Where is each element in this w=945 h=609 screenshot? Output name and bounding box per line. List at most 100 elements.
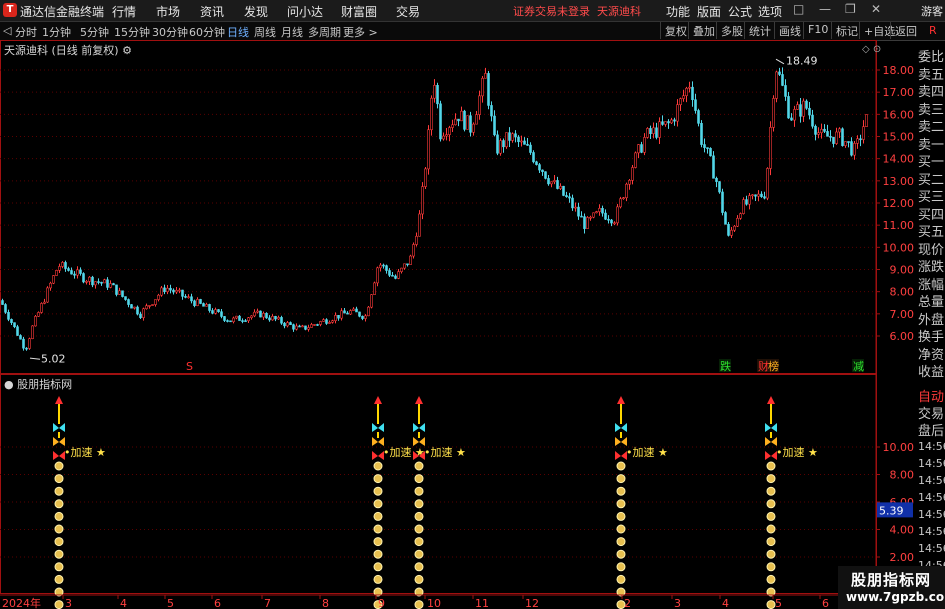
coin-icon — [54, 562, 64, 572]
tab-monthly[interactable]: 月线 — [281, 24, 303, 40]
menu-item-news[interactable]: 资讯 — [200, 3, 224, 20]
x-axis-label: 6 — [822, 597, 829, 609]
candle-body — [529, 144, 532, 153]
button-adjust[interactable]: 复权 — [660, 22, 691, 39]
candle-body — [796, 104, 799, 110]
x-axis-label: 6 — [214, 597, 221, 609]
sidebar-toggle-icon[interactable]: ◁ — [3, 24, 11, 37]
coin-icon — [414, 474, 424, 484]
tab-daily[interactable]: 日线 — [227, 24, 249, 40]
candle-body — [394, 275, 397, 279]
candle-body — [217, 309, 220, 313]
candle-body — [199, 299, 202, 304]
tab-15min[interactable]: 15分钟 — [114, 24, 150, 40]
x-axis-label: 3 — [674, 597, 681, 609]
candle-body — [106, 279, 109, 288]
candle-body — [667, 121, 670, 124]
signal-arrow-icon — [55, 396, 63, 404]
button-stats[interactable]: 统计 — [744, 22, 775, 39]
tab-30min[interactable]: 30分钟 — [152, 24, 188, 40]
tab-weekly[interactable]: 周线 — [254, 24, 276, 40]
button-draw[interactable]: 画线 — [774, 22, 805, 39]
login-status[interactable]: 证券交易未登录 天源迪科 — [513, 3, 641, 19]
quote-label: 收益 — [918, 365, 945, 380]
candle-body — [598, 208, 601, 212]
button-multi-stock[interactable]: 多股 — [716, 22, 747, 39]
coin-icon — [373, 537, 383, 547]
maximize-icon[interactable]: ❐ — [845, 2, 856, 16]
guest-label[interactable]: 游客 — [921, 3, 943, 19]
after-hours-label[interactable]: 盘后 — [918, 420, 945, 439]
menu-item-options[interactable]: 选项 — [758, 3, 782, 20]
candle-body — [367, 306, 370, 317]
menu-item-ask[interactable]: 问小达 — [287, 3, 323, 20]
candle-body — [661, 121, 664, 125]
quote-label: 买一 — [918, 155, 945, 170]
candle-body — [736, 217, 739, 227]
candle-body — [208, 304, 211, 311]
candle-body — [526, 144, 529, 146]
candle-body — [226, 320, 229, 322]
butterfly-icon — [413, 423, 425, 432]
candle-body — [511, 133, 514, 141]
tab-60min[interactable]: 60分钟 — [189, 24, 225, 40]
restore-icon[interactable]: □ — [793, 2, 804, 16]
tab-1min[interactable]: 1分钟 — [42, 24, 71, 40]
button-f10[interactable]: F10 — [803, 22, 832, 39]
tab-more[interactable]: 更多 > — [343, 24, 378, 40]
quote-label: 买二 — [918, 172, 945, 188]
candle-body — [232, 317, 235, 323]
close-icon[interactable]: ✕ — [871, 2, 881, 16]
candle-body — [238, 315, 241, 321]
x-axis-label: 10 — [427, 597, 441, 609]
button-mark[interactable]: 标记 — [831, 22, 862, 39]
candle-body — [19, 335, 22, 340]
candle-body — [481, 77, 484, 97]
minimize-icon[interactable]: — — [819, 2, 831, 16]
button-overlay[interactable]: 叠加 — [688, 22, 719, 39]
candle-body — [355, 308, 358, 313]
candle-body — [652, 127, 655, 134]
candle-body — [136, 306, 139, 315]
kline-chart[interactable]: 18.00 17.00 16.00 15.00 14.00 13.00 12.00 11.00… — [0, 40, 918, 609]
candle-body — [175, 289, 178, 293]
candle-body — [22, 338, 25, 349]
tab-timeshare[interactable]: 分时 — [15, 24, 37, 40]
menu-item-wealth[interactable]: 财富圈 — [341, 3, 377, 20]
candle-body — [658, 121, 661, 138]
signal-label: •加速 ★ — [383, 446, 425, 459]
candle-body — [550, 181, 553, 185]
menu-item-discover[interactable]: 发现 — [244, 3, 268, 20]
indicator-toggle-icon[interactable]: ● — [4, 378, 14, 391]
candle-body — [541, 169, 544, 173]
candle-body — [274, 316, 277, 320]
tab-5min[interactable]: 5分钟 — [80, 24, 109, 40]
menu-item-layout[interactable]: 版面 — [697, 3, 721, 20]
menu-item-markets[interactable]: 市场 — [156, 3, 180, 20]
candle-body — [538, 164, 541, 171]
candle-body — [847, 141, 850, 143]
coin-icon — [766, 499, 776, 509]
candle-body — [358, 311, 361, 317]
candle-body — [808, 107, 811, 116]
candle-body — [484, 73, 487, 79]
menu-item-trade[interactable]: 交易 — [396, 3, 420, 20]
coin-icon — [54, 474, 64, 484]
menu-item-market[interactable]: 行情 — [112, 3, 136, 20]
menu-item-function[interactable]: 功能 — [666, 3, 690, 20]
candle-body — [76, 269, 79, 276]
tab-multi-period[interactable]: 多周期 — [308, 24, 341, 40]
candle-body — [838, 128, 841, 133]
x-axis-label: 9 — [378, 597, 385, 609]
candle-body — [364, 315, 367, 319]
settings-icon[interactable]: ⚙ — [122, 44, 132, 57]
candle-body — [682, 95, 685, 99]
menu-item-formula[interactable]: 公式 — [728, 3, 752, 20]
candle-body — [508, 132, 511, 141]
coin-icon — [616, 486, 626, 496]
candle-body — [154, 299, 157, 305]
button-back[interactable]: 返回 — [890, 22, 921, 39]
candle-body — [754, 194, 757, 197]
watermark-url: www.7gpzb.com — [846, 590, 945, 604]
quote-label: 卖三 — [918, 102, 945, 118]
